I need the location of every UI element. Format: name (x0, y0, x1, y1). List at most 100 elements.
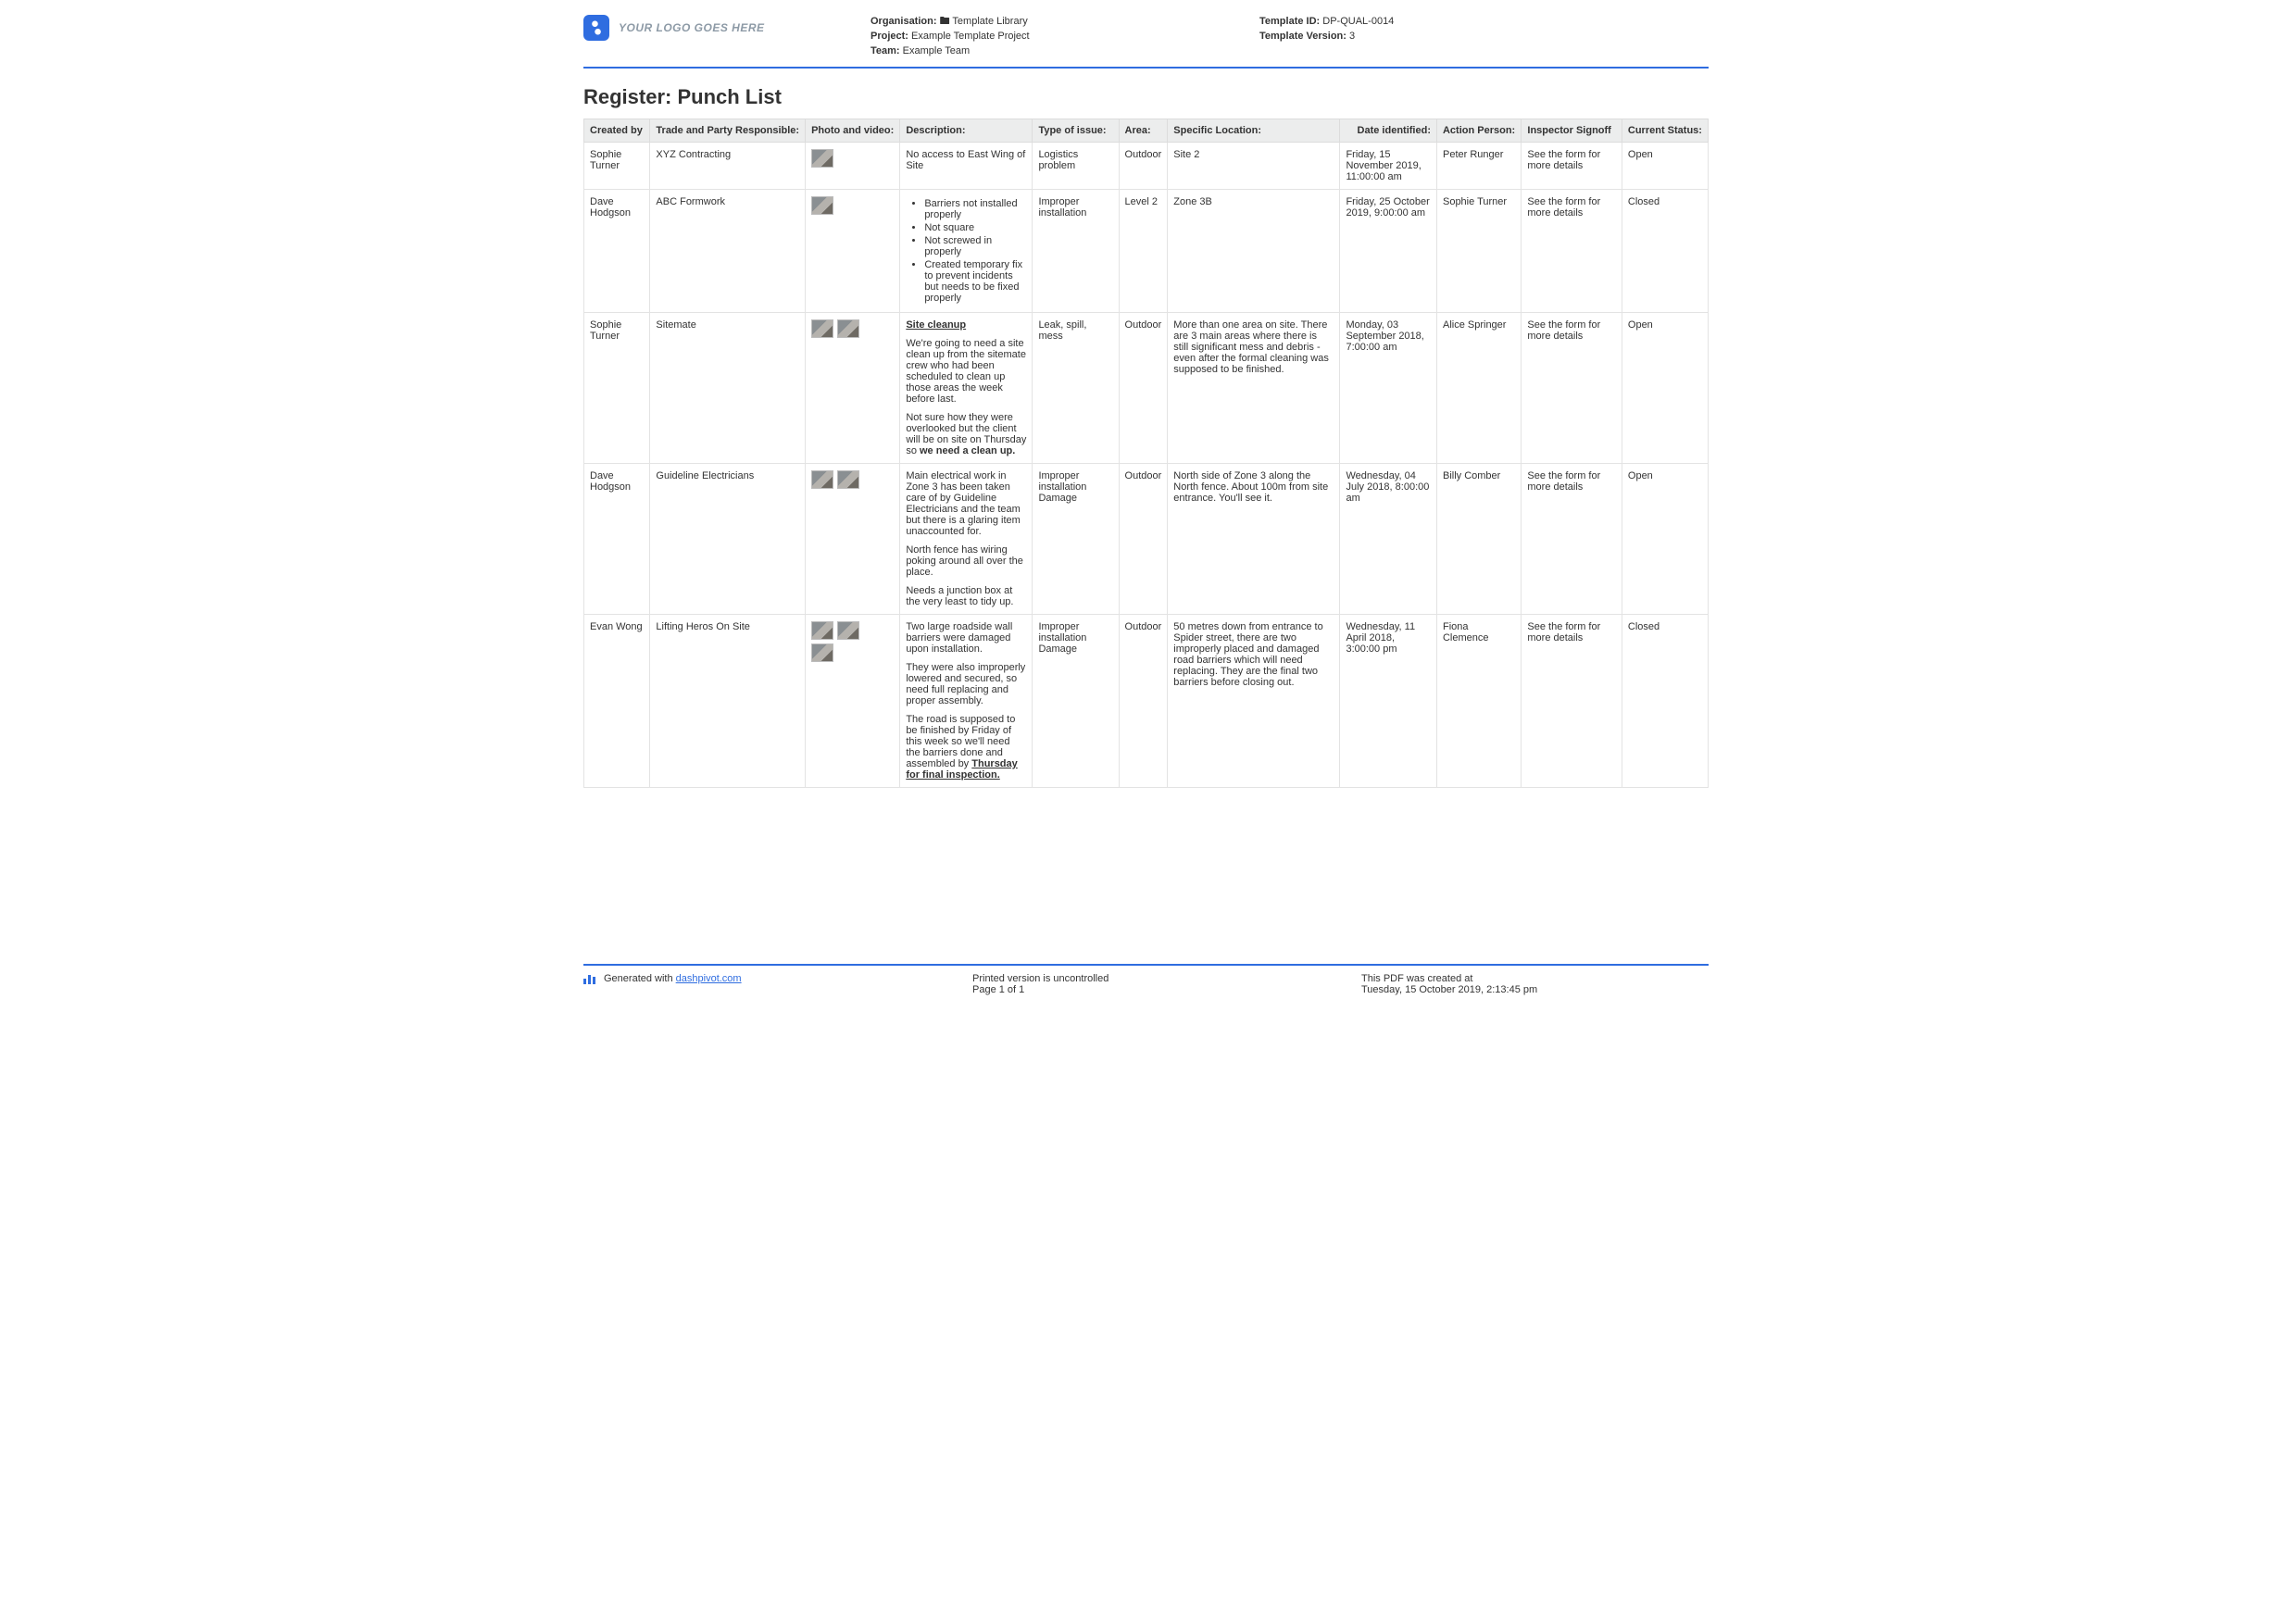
tver-value: 3 (1349, 31, 1355, 42)
thumbnail-icon (811, 621, 833, 640)
footer: Generated with dashpivot.com Printed ver… (543, 964, 1749, 1014)
cell-type: Logistics problem (1033, 142, 1119, 189)
cell-status: Open (1622, 142, 1708, 189)
cell-photo (806, 312, 900, 463)
org-value: 🖿 Template Library (940, 16, 1028, 27)
col-date: Date identified: (1340, 119, 1437, 142)
org-label: Organisation: (870, 16, 937, 27)
cell-description: Site cleanup We're going to need a site … (900, 312, 1033, 463)
col-type: Type of issue: (1033, 119, 1119, 142)
header-divider (583, 67, 1709, 69)
desc-para: Not sure how they were overlooked but th… (906, 412, 1026, 456)
cell-action: Peter Runger (1436, 142, 1521, 189)
desc-para: North fence has wiring poking around all… (906, 544, 1026, 578)
desc-para: They were also improperly lowered and se… (906, 662, 1026, 706)
cell-type: Improper installation (1033, 189, 1119, 312)
cell-photo (806, 142, 900, 189)
desc-text: No access to East Wing of Site (906, 149, 1025, 171)
cell-date: Friday, 25 October 2019, 9:00:00 am (1340, 189, 1437, 312)
cell-location: 50 metres down from entrance to Spider s… (1168, 614, 1340, 787)
uncontrolled-text: Printed version is uncontrolled (972, 973, 1361, 984)
footer-row: Generated with dashpivot.com Printed ver… (543, 966, 1749, 1014)
cell-date: Monday, 03 September 2018, 7:00:00 am (1340, 312, 1437, 463)
cell-date: Wednesday, 04 July 2018, 8:00:00 am (1340, 463, 1437, 614)
cell-description: Two large roadside wall barriers were da… (900, 614, 1033, 787)
thumbnail-icon (811, 319, 833, 338)
cell-trade: Sitemate (650, 312, 806, 463)
cell-location: More than one area on site. There are 3 … (1168, 312, 1340, 463)
col-area: Area: (1119, 119, 1168, 142)
cell-type: Improper installation Damage (1033, 614, 1119, 787)
footer-right: This PDF was created at Tuesday, 15 Octo… (1361, 973, 1709, 995)
table-row: Evan Wong Lifting Heros On Site Two larg… (584, 614, 1709, 787)
thumbnail-icon (811, 643, 833, 662)
table-header-row: Created by Trade and Party Responsible: … (584, 119, 1709, 142)
cell-action: Fiona Clemence (1436, 614, 1521, 787)
col-status: Current Status: (1622, 119, 1708, 142)
page-number: Page 1 of 1 (972, 984, 1361, 995)
thumbnail-icon (811, 470, 833, 489)
meta-right: Template ID: DP-QUAL-0014 Template Versi… (1259, 15, 1709, 44)
table-row: Sophie Turner XYZ Contracting No access … (584, 142, 1709, 189)
team-value: Example Team (903, 45, 971, 56)
thumbnail-icon (811, 149, 833, 168)
dashpivot-icon (583, 973, 596, 984)
cell-type: Leak, spill, mess (1033, 312, 1119, 463)
register-table: Created by Trade and Party Responsible: … (583, 119, 1709, 788)
cell-description: No access to East Wing of Site (900, 142, 1033, 189)
cell-date: Wednesday, 11 April 2018, 3:00:00 pm (1340, 614, 1437, 787)
list-item: Barriers not installed properly (924, 198, 1026, 220)
cell-trade: XYZ Contracting (650, 142, 806, 189)
desc-para: Needs a junction box at the very least t… (906, 585, 1026, 607)
cell-area: Outdoor (1119, 614, 1168, 787)
created-at-label: This PDF was created at (1361, 973, 1709, 984)
cell-signoff: See the form for more details (1522, 312, 1622, 463)
col-signoff: Inspector Signoff (1522, 119, 1622, 142)
cell-date: Friday, 15 November 2019, 11:00:00 am (1340, 142, 1437, 189)
list-item: Not square (924, 222, 1026, 233)
list-item: Created temporary fix to prevent inciden… (924, 259, 1026, 304)
cell-description: Barriers not installed properly Not squa… (900, 189, 1033, 312)
desc-list: Barriers not installed properly Not squa… (906, 198, 1026, 304)
desc-para: The road is supposed to be finished by F… (906, 714, 1026, 781)
tid-label: Template ID: (1259, 16, 1320, 27)
desc-heading: Site cleanup (906, 319, 966, 331)
cell-location: Zone 3B (1168, 189, 1340, 312)
cell-status: Closed (1622, 614, 1708, 787)
cell-area: Outdoor (1119, 312, 1168, 463)
cell-created-by: Sophie Turner (584, 312, 650, 463)
logo-icon (583, 15, 609, 41)
meta-left: Organisation: 🖿 Template Library Project… (870, 15, 1259, 59)
tid-value: DP-QUAL-0014 (1322, 16, 1394, 27)
col-trade: Trade and Party Responsible: (650, 119, 806, 142)
cell-created-by: Dave Hodgson (584, 189, 650, 312)
table-row: Dave Hodgson ABC Formwork Barriers not i… (584, 189, 1709, 312)
col-location: Specific Location: (1168, 119, 1340, 142)
footer-left: Generated with dashpivot.com (583, 973, 972, 984)
thumbnail-icon (837, 621, 859, 640)
cell-trade: Lifting Heros On Site (650, 614, 806, 787)
cell-photo (806, 463, 900, 614)
cell-location: Site 2 (1168, 142, 1340, 189)
table-row: Dave Hodgson Guideline Electricians Main… (584, 463, 1709, 614)
cell-signoff: See the form for more details (1522, 614, 1622, 787)
col-photo: Photo and video: (806, 119, 900, 142)
logo-block: YOUR LOGO GOES HERE (583, 15, 870, 41)
cell-trade: Guideline Electricians (650, 463, 806, 614)
cell-description: Main electrical work in Zone 3 has been … (900, 463, 1033, 614)
logo-text: YOUR LOGO GOES HERE (619, 21, 765, 34)
cell-action: Billy Comber (1436, 463, 1521, 614)
desc-para: We're going to need a site clean up from… (906, 338, 1026, 405)
tver-label: Template Version: (1259, 31, 1346, 42)
generated-text: Generated with dashpivot.com (604, 973, 742, 984)
thumbnail-icon (811, 196, 833, 215)
dashpivot-link[interactable]: dashpivot.com (676, 973, 742, 984)
cell-created-by: Sophie Turner (584, 142, 650, 189)
table-row: Sophie Turner Sitemate Site cleanup We'r… (584, 312, 1709, 463)
cell-photo (806, 614, 900, 787)
cell-created-by: Evan Wong (584, 614, 650, 787)
cell-action: Sophie Turner (1436, 189, 1521, 312)
col-description: Description: (900, 119, 1033, 142)
cell-area: Level 2 (1119, 189, 1168, 312)
desc-para: Main electrical work in Zone 3 has been … (906, 470, 1026, 537)
